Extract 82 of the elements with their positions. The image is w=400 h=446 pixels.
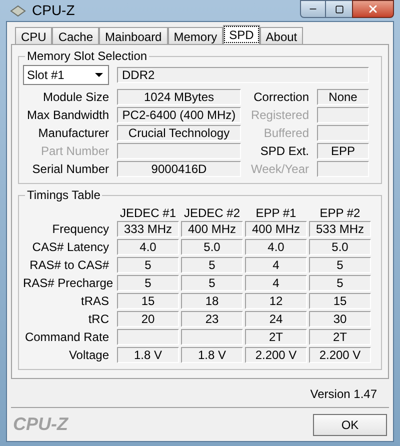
table-cell: 2T: [245, 329, 307, 345]
table-cell: 4: [245, 275, 307, 291]
field-label: Serial Number: [31, 161, 109, 178]
table-cell: 23: [181, 311, 243, 327]
field-label: Registered: [250, 107, 309, 124]
table-cell: 15: [117, 293, 179, 309]
field-label: Part Number: [40, 143, 109, 160]
table-cell: 5: [117, 275, 179, 291]
field-value: [317, 161, 369, 177]
column-header: EPP #1: [254, 205, 298, 220]
table-cell: 30: [309, 311, 371, 327]
row-label: tRC: [87, 311, 109, 328]
table-cell: 15: [309, 293, 371, 309]
row-label: Frequency: [51, 221, 109, 238]
field-value: 1024 MBytes: [117, 89, 241, 105]
row-label: tRAS: [80, 293, 109, 310]
table-cell: 400 MHz: [181, 221, 243, 237]
table-cell: 5: [181, 257, 243, 273]
group-title: Memory Slot Selection: [26, 48, 148, 65]
column-header: JEDEC #2: [182, 205, 242, 220]
field-value: [317, 107, 369, 123]
field-value: Crucial Technology: [117, 125, 241, 141]
maximize-icon: [334, 4, 344, 14]
row-label: CAS# Latency: [31, 239, 109, 256]
table-cell: 4.0: [245, 239, 307, 255]
row-label: Command Rate: [24, 329, 109, 346]
table-cell: 2.200 V: [309, 347, 371, 363]
app-icon: [10, 4, 26, 16]
table-cell: 2T: [309, 329, 371, 345]
table-cell: 4: [245, 257, 307, 273]
field-label: Manufacturer: [37, 125, 109, 142]
table-cell: 5: [309, 275, 371, 291]
version-text: Version 1.47: [310, 386, 377, 403]
table-cell: 333 MHz: [117, 221, 179, 237]
tab[interactable]: Mainboard: [99, 27, 168, 44]
tab[interactable]: Memory: [168, 27, 224, 44]
row-label: RAS# to CAS#: [28, 257, 109, 274]
table-cell: 2.200 V: [245, 347, 307, 363]
field-label: Week/Year: [250, 161, 309, 178]
table-cell: 400 MHz: [245, 221, 307, 237]
tab[interactable]: About: [260, 27, 304, 44]
minimize-button[interactable]: [300, 0, 326, 18]
field-value: [317, 125, 369, 141]
field-label: Buffered: [262, 125, 309, 142]
memory-type-field: DDR2: [117, 67, 369, 83]
field-value: None: [317, 89, 369, 105]
field-value: EPP: [317, 143, 369, 159]
tab[interactable]: SPD: [223, 25, 260, 44]
slot-dropdown[interactable]: Slot #1: [23, 65, 109, 85]
field-label: Correction: [252, 89, 309, 106]
field-label: Module Size: [42, 89, 109, 106]
field-label: Max Bandwidth: [26, 107, 109, 124]
column-header: JEDEC #1: [118, 205, 178, 220]
row-label: Voltage: [68, 347, 109, 364]
close-icon: [367, 3, 379, 15]
table-cell: 5.0: [181, 239, 243, 255]
table-cell: [117, 329, 179, 345]
table-cell: 1.8 V: [117, 347, 179, 363]
field-label: SPD Ext.: [259, 143, 309, 160]
field-value: 9000416D: [117, 161, 241, 177]
field-value: PC2-6400 (400 MHz): [117, 107, 241, 123]
ok-button[interactable]: OK: [313, 414, 387, 436]
tab[interactable]: CPU: [15, 27, 52, 44]
tab[interactable]: Cache: [52, 27, 100, 44]
maximize-button[interactable]: [326, 0, 352, 18]
table-cell: 5: [117, 257, 179, 273]
table-cell: 12: [245, 293, 307, 309]
table-cell: 5: [309, 257, 371, 273]
table-cell: 24: [245, 311, 307, 327]
close-button[interactable]: [352, 0, 394, 18]
table-cell: [181, 329, 243, 345]
table-cell: 4.0: [117, 239, 179, 255]
table-cell: 20: [117, 311, 179, 327]
table-cell: 1.8 V: [181, 347, 243, 363]
table-cell: 533 MHz: [309, 221, 371, 237]
column-header: EPP #2: [318, 205, 362, 220]
table-cell: 5.0: [309, 239, 371, 255]
table-cell: 18: [181, 293, 243, 309]
window-title: CPU-Z: [32, 1, 75, 20]
app-logo: CPU-Z: [13, 413, 68, 436]
group-title: Timings Table: [26, 187, 102, 204]
table-cell: 5: [181, 275, 243, 291]
